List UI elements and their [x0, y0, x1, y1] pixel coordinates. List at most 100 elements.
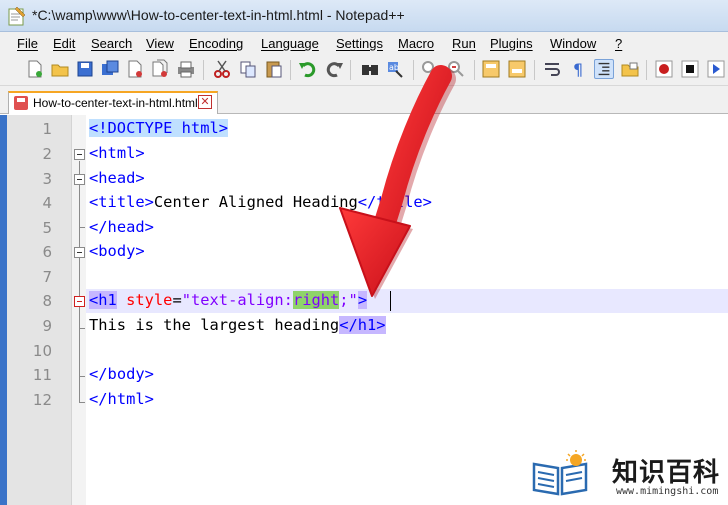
tag-name: h1: [98, 291, 117, 309]
close-all-icon[interactable]: [150, 59, 170, 79]
toolbar-separator: [350, 60, 351, 80]
toolbar-separator: [474, 60, 475, 80]
menu-encoding[interactable]: Encoding: [189, 36, 243, 51]
new-file-icon[interactable]: [25, 59, 45, 79]
line-number: 10: [32, 342, 52, 360]
fold-toggle-icon[interactable]: [74, 247, 85, 258]
cut-icon[interactable]: [212, 59, 232, 79]
code-line-3: <head>: [89, 169, 145, 187]
tag-name: html: [107, 390, 145, 408]
tag-bracket: </: [357, 193, 377, 211]
menu-settings[interactable]: Settings: [336, 36, 383, 51]
save-icon[interactable]: [75, 59, 95, 79]
save-all-icon[interactable]: [100, 59, 120, 79]
toolbar-separator: [534, 60, 535, 80]
line-number: 8: [42, 292, 52, 310]
tag-name: title: [376, 193, 423, 211]
close-icon[interactable]: [125, 59, 145, 79]
menu-view[interactable]: View: [146, 36, 174, 51]
menu-window[interactable]: Window: [550, 36, 596, 51]
menu-help[interactable]: ?: [615, 36, 622, 51]
selected-word: right: [292, 291, 340, 309]
redo-icon[interactable]: [324, 59, 344, 79]
folder-icon[interactable]: [620, 59, 640, 79]
tag-bracket: >: [144, 365, 154, 383]
left-edge-bar: [0, 115, 7, 505]
fold-end: [79, 328, 85, 329]
code-line-9: This is the largest heading</h1>: [89, 316, 386, 334]
menu-search[interactable]: Search: [91, 36, 132, 51]
attribute-name: style: [126, 291, 173, 309]
line-number: 7: [42, 268, 52, 286]
print-icon[interactable]: [176, 59, 196, 79]
text-caret: [390, 291, 391, 311]
find-icon[interactable]: [360, 59, 380, 79]
tag-bracket: >: [357, 291, 368, 309]
tab-close-icon[interactable]: ✕: [198, 95, 212, 109]
fold-toggle-icon[interactable]: [74, 174, 85, 185]
watermark: 知识百科 www.mimingshi.com: [530, 448, 728, 505]
tag-name: head: [98, 169, 136, 187]
toolbar: ab ¶: [0, 54, 728, 86]
title-bar: *C:\wamp\www\How-to-center-text-in-html.…: [0, 0, 728, 32]
code-line-12: </html>: [89, 390, 154, 408]
tab-how-to-center-text[interactable]: How-to-center-text-in-html.html ✕: [8, 91, 218, 114]
editor[interactable]: 1 2 3 4 5 6 7 8 9 10 11 12 <!DOCTYPE htm…: [0, 115, 728, 505]
toolbar-separator: [290, 60, 291, 80]
undo-icon[interactable]: [298, 59, 318, 79]
line-number: 5: [42, 219, 52, 237]
toolbar-separator: [646, 60, 647, 80]
tag-bracket: <: [89, 193, 99, 211]
sync-h-icon[interactable]: [507, 59, 527, 79]
copy-icon[interactable]: [238, 59, 258, 79]
show-all-chars-icon[interactable]: ¶: [568, 59, 588, 79]
record-macro-icon[interactable]: [654, 59, 674, 79]
tag-bracket: >: [135, 144, 145, 162]
menu-run[interactable]: Run: [452, 36, 476, 51]
open-file-icon[interactable]: [50, 59, 70, 79]
line-number: 6: [42, 243, 52, 261]
fold-toggle-icon[interactable]: [74, 296, 85, 307]
line-number: 2: [42, 145, 52, 163]
code-line-2: <html>: [89, 144, 145, 162]
code-line-1: <!DOCTYPE html>: [89, 119, 228, 137]
replace-icon[interactable]: ab: [386, 59, 406, 79]
window-title: *C:\wamp\www\How-to-center-text-in-html.…: [32, 7, 405, 23]
tag-bracket: >: [144, 390, 154, 408]
line-number: 4: [42, 194, 52, 212]
tag-name: title: [98, 193, 145, 211]
notepad-plus-plus-icon: [8, 6, 26, 26]
menu-plugins[interactable]: Plugins: [490, 36, 533, 51]
tab-bar: How-to-center-text-in-html.html ✕: [0, 86, 728, 114]
menu-language[interactable]: Language: [261, 36, 319, 51]
menu-bar: File Edit Search View Encoding Language …: [0, 32, 728, 54]
zoom-in-icon[interactable]: [420, 59, 440, 79]
menu-edit[interactable]: Edit: [53, 36, 75, 51]
menu-file[interactable]: File: [17, 36, 38, 51]
play-macro-icon[interactable]: [706, 59, 726, 79]
tag-bracket: <: [89, 242, 99, 260]
wrap-icon[interactable]: [542, 59, 562, 79]
unsaved-file-icon: [14, 96, 28, 110]
tag-bracket: <: [89, 169, 99, 187]
stop-macro-icon[interactable]: [680, 59, 700, 79]
tag-bracket: >: [135, 169, 145, 187]
sync-v-icon[interactable]: [481, 59, 501, 79]
toolbar-separator: [203, 60, 204, 80]
code-line-11: </body>: [89, 365, 154, 383]
tag-bracket: <: [89, 144, 99, 162]
heading-text: This is the largest heading: [89, 316, 340, 334]
tab-label: How-to-center-text-in-html.html: [33, 96, 198, 110]
tag-bracket: >: [135, 242, 145, 260]
code-line-4: <title>Center Aligned Heading</title>: [89, 193, 432, 211]
menu-macro[interactable]: Macro: [398, 36, 434, 51]
zoom-out-icon[interactable]: [446, 59, 466, 79]
watermark-url: www.mimingshi.com: [616, 486, 719, 497]
line-number: 12: [32, 391, 52, 409]
code-line-5: </head>: [89, 218, 154, 236]
indent-guide-icon[interactable]: [594, 59, 614, 79]
fold-toggle-icon[interactable]: [74, 149, 85, 160]
fold-guide: [79, 161, 80, 403]
paste-icon[interactable]: [264, 59, 284, 79]
line-number: 9: [42, 317, 52, 335]
